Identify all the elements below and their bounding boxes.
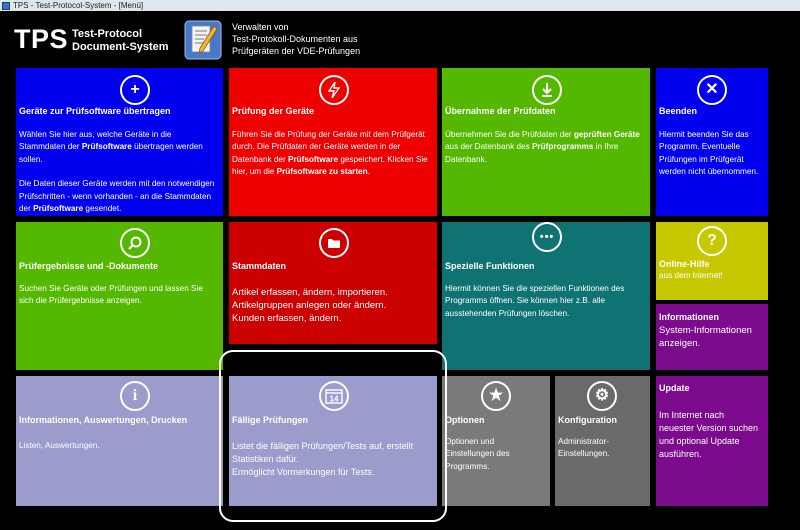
tile-import-test-data[interactable]: Übernahme der Prüfdaten Übernehmen Sie d…	[442, 68, 650, 216]
tile-title: Übernahme der Prüfdaten	[445, 106, 556, 116]
desc-part: .	[367, 167, 370, 177]
tile-system-info[interactable]: Informationen System-Informationen anzei…	[656, 304, 768, 370]
calendar-day: 14	[330, 395, 339, 404]
logo-subtitle-line1: Test-Protocol	[72, 28, 143, 40]
close-icon: ✕	[697, 75, 727, 105]
tile-due-tests[interactable]: 14 Fällige Prüfungen Listet die fälligen…	[229, 376, 437, 506]
tile-title: Online-Hilfe	[659, 259, 710, 269]
tile-test-results[interactable]: Prüfergebnisse und -Dokumente Suchen Sie…	[16, 222, 223, 370]
desc-bold: Prüfsoftware	[81, 142, 132, 152]
app-logo: TPS	[14, 24, 69, 54]
tile-title: Informationen	[659, 312, 719, 322]
desc-part: gesendet.	[83, 204, 122, 214]
tile-options[interactable]: ★ Optionen Optionen und Einstellungen de…	[442, 376, 550, 506]
desc-line: Einstellungen des	[445, 449, 510, 459]
tile-special-functions[interactable]: ••• Spezielle Funktionen Hiermit können …	[442, 222, 650, 370]
desc-line: anzeigen.	[659, 338, 701, 349]
tile-description: Wählen Sie hier aus, welche Geräte in di…	[19, 129, 219, 215]
desc-part: aus der Datenbank des	[445, 142, 532, 152]
tile-exit[interactable]: ✕ Beenden Hiermit beenden Sie das Progra…	[656, 68, 768, 216]
info-icon: i	[120, 381, 150, 411]
tile-title: Spezielle Funktionen	[445, 261, 535, 271]
desc-line: Einstellungen.	[558, 449, 610, 459]
tile-master-data[interactable]: Stammdaten Artikel erfassen, ändern, imp…	[229, 222, 437, 344]
tile-transfer-devices[interactable]: + Geräte zur Prüfsoftware übertragen Wäh…	[16, 68, 223, 216]
tile-title: Stammdaten	[232, 261, 287, 271]
search-icon	[120, 228, 150, 258]
tile-update[interactable]: Update Im Internet nach neuester Version…	[656, 376, 768, 506]
desc-line: Administrator-	[558, 437, 609, 446]
desc-line: Listet die fälligen Prüfungen/Tests auf,…	[232, 441, 414, 451]
tile-info-reports-print[interactable]: i Informationen, Auswertungen, Drucken L…	[16, 376, 223, 506]
tile-title: Prüfung der Geräte	[232, 106, 315, 116]
tile-description: Optionen und Einstellungen des Programms…	[445, 436, 547, 473]
tile-description: Suchen Sie Geräte oder Prüfungen und las…	[19, 284, 203, 306]
desc-line: Kunden erfassen, ändern.	[232, 313, 342, 324]
tile-title: Informationen, Auswertungen, Drucken	[19, 415, 188, 425]
tile-description: Listet die fälligen Prüfungen/Tests auf,…	[232, 440, 435, 479]
tile-online-help[interactable]: ? Online-Hilfe aus dem Internet!	[656, 222, 768, 300]
desc-line: Optionen und	[445, 437, 495, 446]
desc-line: Im Internet nach	[659, 410, 725, 420]
desc-line: Programms.	[445, 461, 490, 471]
app-description-line2: Test-Protokoll-Dokumenten aus	[232, 34, 358, 44]
desc-line: Statistiken dafür.	[232, 454, 299, 464]
tile-description: Listen, Auswertungen.	[19, 441, 100, 450]
tile-title: Update	[659, 383, 690, 393]
desc-bold: Prüfsoftware zu starten	[276, 167, 368, 177]
desc-line: Ermöglicht Vormerkungen für Tests.	[232, 467, 375, 477]
tile-title: Prüfergebnisse und -Dokumente	[19, 261, 159, 271]
folder-icon	[319, 228, 349, 258]
tile-description: Im Internet nach neuester Version suchen…	[659, 409, 767, 461]
tile-description: Artikel erfassen, ändern, importieren. A…	[232, 286, 435, 325]
app-header: TPS Test-Protocol Document-System Verwal…	[0, 11, 800, 67]
star-icon: ★	[481, 381, 511, 411]
tile-description: aus dem Internet!	[659, 271, 723, 280]
tile-description: Hiermit können Sie die speziellen Funkti…	[445, 284, 625, 318]
app-logo-subtitle: Test-Protocol Document-System	[72, 28, 169, 54]
tile-description: System-Informationen anzeigen.	[659, 324, 765, 350]
calendar-icon: 14	[319, 381, 349, 411]
logo-subtitle-line2: Document-System	[72, 41, 169, 53]
app-description-line1: Verwalten von	[232, 22, 289, 32]
desc-line: Artikelgruppen anlegen oder ändern.	[232, 300, 387, 311]
tile-title: Fällige Prüfungen	[232, 415, 309, 425]
tile-title: Konfiguration	[558, 415, 617, 425]
desc-bold: Prüfsoftware	[288, 154, 339, 164]
window-titlebar: TPS - Test-Protocol-System - [Menü]	[0, 0, 800, 11]
app-description-line3: Prüfgeräten der VDE-Prüfungen	[232, 46, 361, 56]
lightning-icon	[319, 75, 349, 105]
download-icon	[532, 75, 562, 105]
question-icon: ?	[697, 226, 727, 256]
desc-part: Übernehmen Sie die Prüfdaten der	[445, 130, 574, 139]
desc-line: neuester Version suchen	[659, 423, 759, 433]
desc-line: Artikel erfassen, ändern, importieren.	[232, 287, 388, 298]
desc-bold: Prüfprogramms	[531, 142, 594, 152]
tile-title: Optionen	[445, 415, 485, 425]
plus-icon: +	[120, 75, 150, 105]
window-title: TPS - Test-Protocol-System - [Menü]	[13, 1, 144, 10]
tile-configuration[interactable]: ⚙ Konfiguration Administrator- Einstellu…	[555, 376, 650, 506]
desc-line: ausführen.	[659, 449, 702, 459]
tile-title: Beenden	[659, 106, 698, 116]
tile-description: Übernehmen Sie die Prüfdaten der geprüft…	[445, 129, 647, 166]
desc-bold: Prüfsoftware	[33, 204, 84, 214]
desc-line: System-Informationen	[659, 325, 752, 336]
tile-title: Geräte zur Prüfsoftware übertragen	[19, 106, 171, 116]
more-icon: •••	[532, 222, 562, 252]
app-icon	[2, 1, 10, 10]
tile-description: Administrator- Einstellungen.	[558, 436, 648, 461]
tile-device-testing[interactable]: Prüfung der Geräte Führen Sie die Prüfun…	[229, 68, 437, 216]
desc-line: und optional Update	[659, 436, 740, 446]
gear-icon: ⚙	[587, 381, 617, 411]
desc-bold: geprüften Geräte	[573, 130, 640, 139]
app-description: Verwalten von Test-Protokoll-Dokumenten …	[232, 21, 360, 57]
tile-description: Hiermit beenden Sie das Programm. Eventu…	[659, 130, 759, 177]
tile-description: Führen Sie die Prüfung der Geräte mit de…	[232, 129, 435, 179]
document-pen-icon	[184, 20, 222, 60]
